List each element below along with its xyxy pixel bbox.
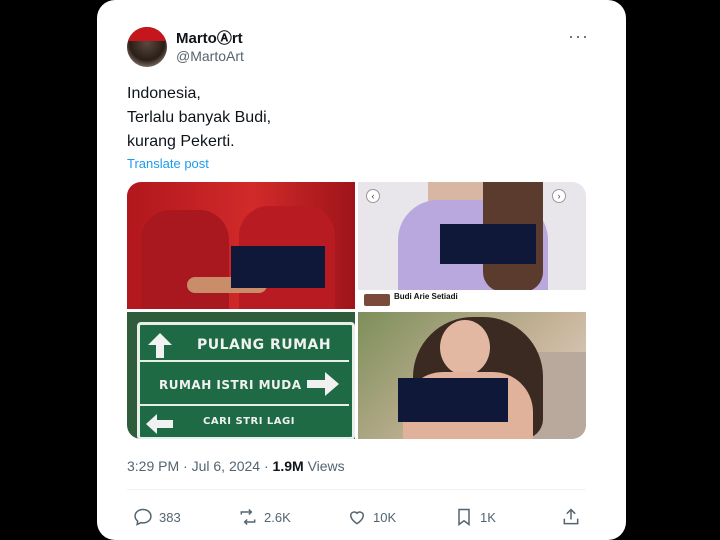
post-time[interactable]: 3:29 PM — [127, 458, 179, 474]
views-count: 1.9M — [272, 458, 304, 474]
fb-caption-bar — [358, 290, 586, 309]
meta-separator: · — [260, 458, 273, 474]
post-date[interactable]: Jul 6, 2024 — [192, 458, 261, 474]
share-icon — [563, 508, 579, 525]
media-image-4[interactable] — [358, 312, 586, 439]
sign-text: RUMAH ISTRI MUDA — [159, 378, 302, 392]
censor-block — [398, 378, 508, 422]
next-arrow-icon[interactable]: › — [552, 189, 566, 203]
author-avatar[interactable] — [127, 27, 167, 67]
views-label: Views — [307, 458, 345, 474]
repost-button[interactable]: 2.6K — [238, 507, 291, 527]
bookmark-count: 1K — [480, 509, 496, 525]
bookmark-button[interactable]: 1K — [454, 507, 496, 527]
like-count: 10K — [373, 509, 397, 525]
face-shape — [440, 320, 490, 375]
media-image-1[interactable] — [127, 182, 355, 309]
post-text: Indonesia, Terlalu banyak Budi, kurang P… — [127, 82, 271, 154]
arrow-left-icon — [146, 414, 173, 434]
media-grid: ‹ › Budi Arie Setiadi PULANG RUMAH RUMAH… — [127, 182, 586, 439]
repost-count: 2.6K — [264, 509, 291, 525]
author-handle[interactable]: @MartoArt — [176, 48, 244, 64]
arrow-right-icon — [307, 372, 339, 396]
sign-divider — [137, 404, 349, 406]
post-text-line: Indonesia, — [127, 85, 201, 102]
sign-text: PULANG RUMAH — [197, 337, 332, 353]
reply-icon — [134, 508, 152, 526]
translate-post-link[interactable]: Translate post — [127, 156, 209, 171]
more-options-icon[interactable]: ··· — [568, 26, 589, 47]
heart-icon — [349, 511, 365, 525]
person-figure — [141, 210, 229, 309]
divider — [127, 489, 586, 490]
share-button[interactable] — [561, 507, 587, 527]
sign-text: CARI STRI LAGI — [203, 416, 295, 427]
repost-icon — [240, 508, 256, 526]
arrow-up-icon — [148, 333, 172, 358]
fb-avatar — [364, 294, 390, 306]
meta-separator: · — [179, 458, 192, 474]
censor-block — [231, 246, 325, 288]
media-image-3[interactable]: PULANG RUMAH RUMAH ISTRI MUDA CARI STRI … — [127, 312, 355, 439]
reply-button[interactable]: 383 — [133, 507, 181, 527]
sign-divider — [137, 360, 349, 362]
media-image-2[interactable]: ‹ › Budi Arie Setiadi — [358, 182, 586, 309]
censor-block — [440, 224, 536, 264]
like-button[interactable]: 10K — [347, 507, 396, 527]
author-name[interactable]: MartoⒶrt — [176, 27, 243, 48]
reply-count: 383 — [159, 509, 181, 525]
prev-arrow-icon[interactable]: ‹ — [366, 189, 380, 203]
post-meta: 3:29 PM · Jul 6, 2024 · 1.9M Views — [127, 458, 345, 474]
post-text-line: Terlalu banyak Budi, — [127, 109, 272, 126]
fb-name: Budi Arie Setiadi — [394, 292, 458, 301]
post-text-line: kurang Pekerti. — [127, 133, 235, 150]
bookmark-icon — [458, 508, 470, 526]
